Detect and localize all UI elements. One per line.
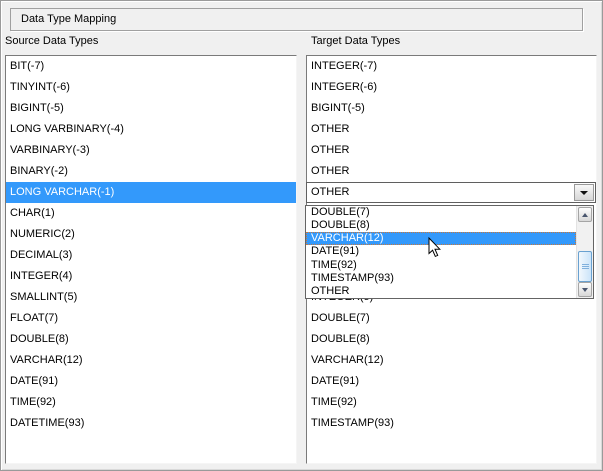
source-list-item[interactable]: DOUBLE(8) <box>6 329 296 350</box>
data-type-mapping-window: Data Type Mapping Source Data Types Targ… <box>0 0 603 471</box>
target-list-item[interactable]: OTHER <box>307 161 596 182</box>
source-list-item[interactable]: TINYINT(-6) <box>6 77 296 98</box>
dropdown-item[interactable]: TIMESTAMP(93) <box>306 272 576 285</box>
triangle-up-icon <box>582 213 588 217</box>
target-list-label: Target Data Types <box>311 34 400 49</box>
combobox-dropdown-button[interactable] <box>574 184 594 201</box>
source-list-item[interactable]: VARCHAR(12) <box>6 350 296 371</box>
target-list-item[interactable]: OTHER <box>307 119 596 140</box>
target-list-item[interactable]: DOUBLE(8) <box>307 329 596 350</box>
combobox-dropdown-list: DOUBLE(7)DOUBLE(8)VARCHAR(12)DATE(91)TIM… <box>305 205 594 299</box>
source-list-label: Source Data Types <box>5 34 98 49</box>
scroll-up-button[interactable] <box>578 207 592 222</box>
source-list-item[interactable]: BINARY(-2) <box>6 161 296 182</box>
triangle-down-icon <box>582 288 588 292</box>
source-list-item[interactable]: BIT(-7) <box>6 56 296 77</box>
dropdown-item[interactable]: OTHER <box>306 285 576 298</box>
combobox-value: OTHER <box>311 183 350 202</box>
scrollbar-grip-icon <box>582 264 589 269</box>
target-list-item[interactable]: INTEGER(-6) <box>307 77 596 98</box>
scroll-down-button[interactable] <box>578 282 592 297</box>
mouse-cursor-icon <box>428 237 442 259</box>
target-list-item[interactable]: VARCHAR(12) <box>307 350 596 371</box>
target-list-item[interactable]: OTHER <box>307 140 596 161</box>
source-list-item[interactable]: DECIMAL(3) <box>6 245 296 266</box>
dropdown-item[interactable]: DOUBLE(8) <box>306 219 576 232</box>
target-list-item[interactable]: TIMESTAMP(93) <box>307 413 596 434</box>
source-list-item[interactable]: INTEGER(4) <box>6 266 296 287</box>
source-list-item[interactable]: NUMERIC(2) <box>6 224 296 245</box>
source-list-item[interactable]: VARBINARY(-3) <box>6 140 296 161</box>
dropdown-item[interactable]: DOUBLE(7) <box>306 206 576 219</box>
source-list-item[interactable]: LONG VARBINARY(-4) <box>6 119 296 140</box>
dropdown-scrollbar[interactable] <box>576 206 593 298</box>
group-header: Data Type Mapping <box>10 8 583 31</box>
source-list: BIT(-7)TINYINT(-6)BIGINT(-5)LONG VARBINA… <box>5 55 297 464</box>
dropdown-arrow-icon <box>580 191 588 195</box>
target-list-item[interactable]: INTEGER(-7) <box>307 56 596 77</box>
target-list-item[interactable]: TIME(92) <box>307 392 596 413</box>
source-list-item[interactable]: DATETIME(93) <box>6 413 296 434</box>
target-list-item[interactable]: BIGINT(-5) <box>307 98 596 119</box>
target-list-item[interactable]: DATE(91) <box>307 371 596 392</box>
source-list-item[interactable]: DATE(91) <box>6 371 296 392</box>
source-list-item[interactable]: BIGINT(-5) <box>6 98 296 119</box>
source-list-item[interactable]: TIME(92) <box>6 392 296 413</box>
source-list-item[interactable]: LONG VARCHAR(-1) <box>6 182 296 203</box>
source-list-item[interactable]: CHAR(1) <box>6 203 296 224</box>
dropdown-item[interactable]: TIME(92) <box>306 259 576 272</box>
target-list-item[interactable]: DOUBLE(7) <box>307 308 596 329</box>
target-type-combobox[interactable]: OTHER <box>306 182 596 203</box>
dialog-title: Data Type Mapping <box>11 13 116 25</box>
scrollbar-thumb[interactable] <box>578 251 592 282</box>
source-list-item[interactable]: FLOAT(7) <box>6 308 296 329</box>
source-list-item[interactable]: SMALLINT(5) <box>6 287 296 308</box>
